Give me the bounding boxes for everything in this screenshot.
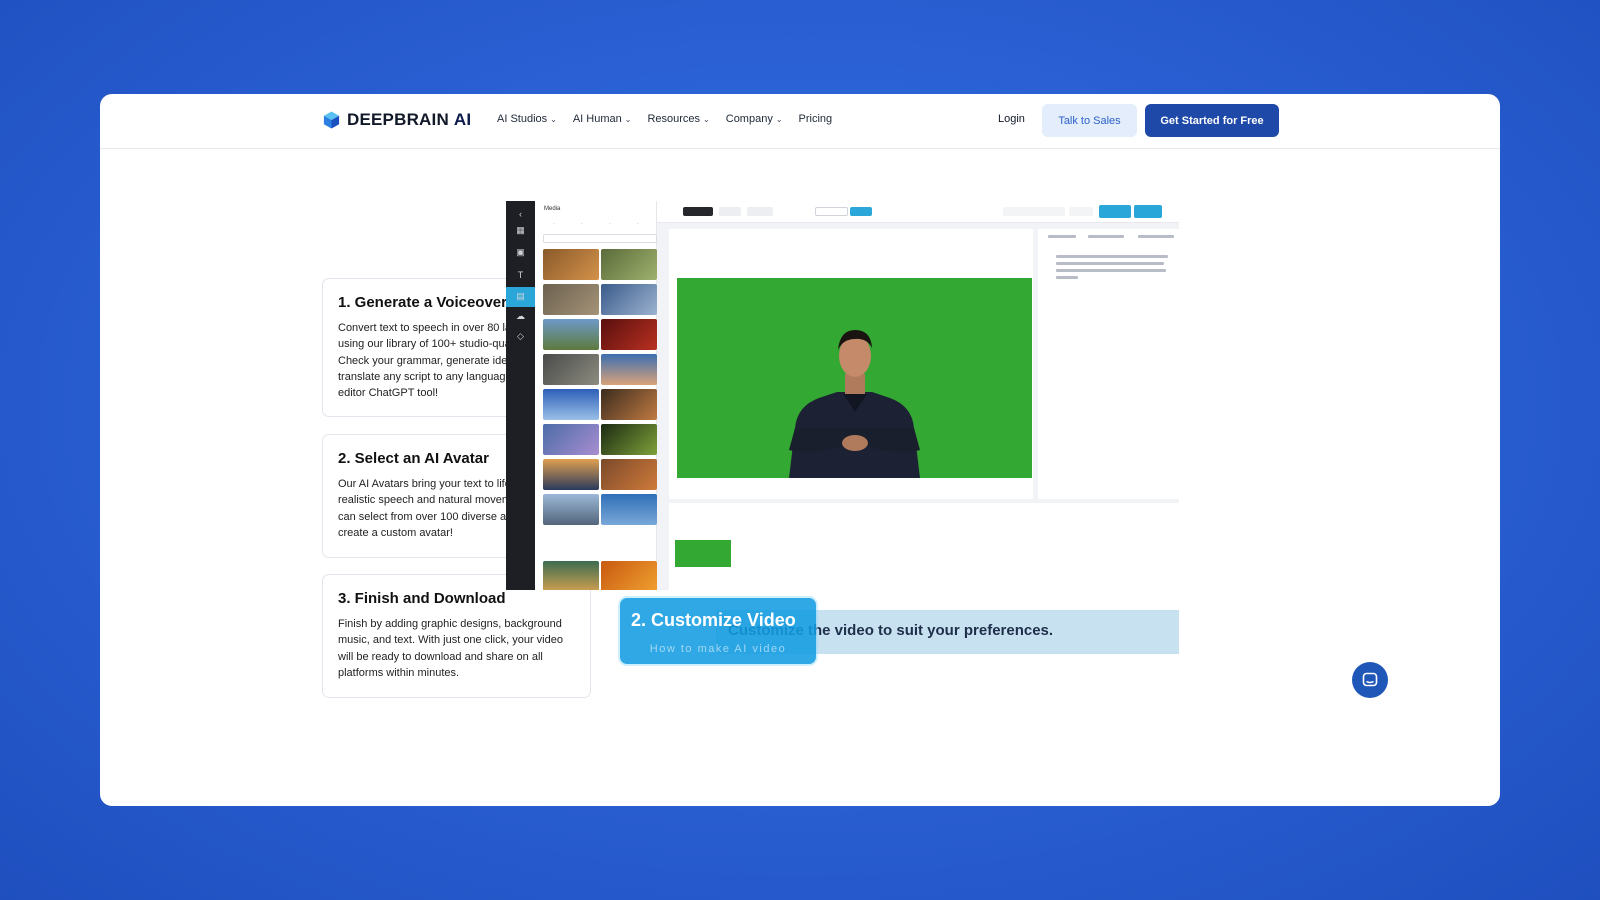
media-thumbnail[interactable] (543, 249, 599, 280)
media-tab[interactable]: · (581, 221, 583, 227)
chevron-down-icon: ⌄ (775, 114, 783, 124)
toolbar-input[interactable] (815, 207, 848, 216)
media-tab[interactable]: · (609, 221, 611, 227)
timeline-scene-thumbnail[interactable] (675, 540, 731, 567)
media-thumbnail[interactable] (543, 319, 599, 350)
media-thumbnail[interactable] (543, 389, 599, 420)
avatar-presenter (789, 330, 920, 478)
script-text-line (1056, 269, 1166, 272)
media-thumbnail[interactable] (601, 354, 657, 385)
language-select[interactable] (1138, 235, 1174, 238)
media-search-input[interactable] (543, 234, 657, 243)
green-screen-scene[interactable] (677, 278, 1032, 478)
logo-text: DEEPBRAIN AI (347, 110, 472, 129)
chat-support-button[interactable] (1352, 662, 1388, 698)
logo[interactable]: DEEPBRAIN AI (322, 110, 471, 130)
media-thumbnail[interactable] (543, 561, 599, 590)
step-badge: 2. Customize Video How to make AI video (620, 598, 816, 664)
step-title: 3. Finish and Download (338, 590, 506, 607)
chat-bubble-icon (1362, 672, 1378, 687)
toolbar-button[interactable] (683, 207, 713, 216)
menu-ai-studios[interactable]: AI Studios ⌄ (497, 113, 557, 125)
badge-subtitle: How to make AI video (649, 643, 787, 655)
media-tabs: · · · · (540, 221, 652, 227)
text-script-tab[interactable] (1048, 235, 1076, 238)
media-thumbnail[interactable] (601, 561, 657, 590)
media-tab[interactable]: · (637, 221, 639, 227)
shapes-icon[interactable]: ◇ (513, 329, 528, 344)
chevron-down-icon: ⌄ (703, 114, 710, 124)
media-thumbnail[interactable] (601, 249, 657, 280)
script-text-line (1056, 276, 1078, 279)
login-link[interactable]: Login (998, 113, 1025, 125)
media-thumbnail[interactable] (543, 284, 599, 315)
media-thumbnail[interactable] (601, 319, 657, 350)
download-button[interactable] (1099, 205, 1131, 218)
menu-pricing[interactable]: Pricing (799, 113, 833, 125)
text-icon[interactable]: T (513, 267, 528, 282)
menu-company[interactable]: Company ⌄ (726, 113, 783, 125)
save-button[interactable] (1134, 205, 1162, 218)
script-text-line (1056, 255, 1168, 258)
toolbar-button[interactable] (1003, 207, 1065, 216)
template-icon[interactable]: ▦ (513, 223, 528, 238)
toolbar-button[interactable] (747, 207, 773, 216)
audio-script-tab[interactable] (1088, 235, 1124, 238)
media-thumbnail[interactable] (543, 494, 599, 525)
menu-resources[interactable]: Resources ⌄ (647, 113, 709, 125)
top-nav: DEEPBRAIN AI AI Studios ⌄ AI Human ⌄ Resou… (100, 94, 1500, 149)
media-thumbnail[interactable] (601, 494, 657, 525)
media-thumbnail[interactable] (543, 354, 599, 385)
badge-title: 2. Customize Video (631, 610, 796, 630)
main-menu: AI Studios ⌄ AI Human ⌄ Resources ⌄ Company… (497, 113, 832, 125)
menu-ai-human[interactable]: AI Human ⌄ (573, 113, 632, 125)
media-tab[interactable]: · (553, 221, 555, 227)
timeline-panel (669, 503, 1179, 590)
cube-logo-icon (323, 111, 340, 129)
media-thumbnail[interactable] (601, 389, 657, 420)
script-text-line (1056, 262, 1164, 265)
avatar-icon[interactable]: ▣ (513, 245, 528, 260)
talk-to-sales-button[interactable]: Talk to Sales (1042, 104, 1137, 137)
video-editor-preview[interactable]: ‹ ▦ ▣ T ▤ ☁ ◇ Media · · · · (506, 201, 1179, 590)
step-card-finish[interactable]: 3. Finish and Download Finish by adding … (322, 574, 591, 698)
media-thumbnail[interactable] (543, 459, 599, 490)
editor-left-rail: ‹ ▦ ▣ T ▤ ☁ ◇ (506, 201, 535, 590)
upload-icon[interactable]: ☁ (513, 309, 528, 324)
editor-toolbar (657, 201, 1179, 223)
toolbar-button[interactable] (719, 207, 741, 216)
chevron-down-icon: ⌄ (550, 114, 557, 124)
media-panel-title: Media (544, 206, 561, 212)
media-icon[interactable]: ▤ (513, 289, 528, 304)
preview-button[interactable] (1069, 207, 1093, 216)
back-icon[interactable]: ‹ (513, 206, 528, 221)
toolbar-button[interactable] (850, 207, 872, 216)
media-thumbnail[interactable] (543, 424, 599, 455)
media-thumbnail[interactable] (601, 424, 657, 455)
media-thumbnail[interactable] (601, 284, 657, 315)
chevron-down-icon: ⌄ (624, 114, 632, 124)
script-panel (1038, 229, 1179, 499)
step-body: Finish by adding graphic designs, backgr… (338, 618, 563, 679)
media-thumbnail[interactable] (601, 459, 657, 490)
media-panel: Media · · · · (535, 201, 657, 590)
get-started-button[interactable]: Get Started for Free (1145, 104, 1279, 137)
